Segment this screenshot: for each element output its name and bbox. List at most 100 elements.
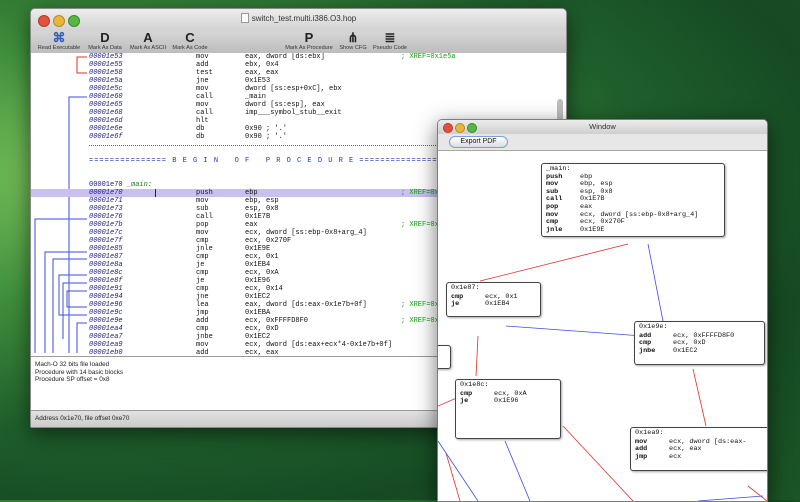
address: 00001e7c — [89, 229, 123, 237]
mnemonic: hlt — [196, 117, 209, 125]
operands: eax, eax — [245, 69, 279, 77]
pseudo-code-button[interactable]: ≣ Pseudo Code — [369, 31, 411, 52]
mark-as-code-button[interactable]: C Mark As Code — [169, 31, 211, 52]
node-operands: ecx — [669, 452, 682, 461]
operands: ecx, 0x270F — [245, 237, 292, 245]
mnemonic: mov — [196, 53, 209, 61]
address: 00001e65 — [89, 101, 123, 109]
read-executable-button[interactable]: ⌘ Read Executable — [34, 31, 84, 52]
mnemonic: call — [196, 213, 213, 221]
show-cfg-button[interactable]: ⋔ Show CFG — [337, 31, 369, 52]
main-titlebar[interactable]: switch_test.multi.i386.O3.hop — [31, 9, 566, 31]
cfg-node-1e9e[interactable]: 0x1e9e: add ecx, 0xFFFFD8F0 cmp ecx, 0xD jnbe… — [634, 321, 765, 365]
false-edge — [479, 243, 629, 282]
true-edge — [504, 440, 531, 501]
mark-as-data-button[interactable]: D Mark As Data — [85, 31, 125, 52]
listing-row[interactable]: 00001e58 test eax, eax — [31, 69, 566, 77]
listing-row[interactable]: 00001e65 mov dword [ss:esp], eax — [31, 101, 566, 109]
operands: 0x1EC2 — [245, 333, 271, 341]
node-label: 0x1e9e: — [639, 323, 668, 331]
listing-row[interactable]: 00001e68 call imp___symbol_stub__exit — [31, 109, 566, 117]
mark-as-ascii-button[interactable]: A Mark As ASCII — [127, 31, 169, 52]
address: 00001e8a — [89, 261, 123, 269]
false-edge — [445, 452, 461, 501]
operands: eax, dword [ds:ebx] — [245, 53, 325, 61]
operands: ecx, 0x14 — [245, 285, 283, 293]
document-icon — [240, 13, 249, 23]
false-edge — [475, 335, 479, 377]
read-executable-label: Read Executable — [37, 45, 81, 51]
listing-row[interactable]: 00001e5a jne 0x1E53 — [31, 77, 566, 85]
mnemonic: db — [196, 133, 205, 141]
false-edge — [692, 368, 707, 427]
operands: _main — [245, 93, 267, 101]
operands: esp, 0x8 — [245, 205, 279, 213]
address: 00001eb0 — [89, 349, 123, 356]
operands: 0x1E96 — [245, 277, 271, 285]
node-label: 0x1e8c: — [460, 381, 489, 389]
operands: ecx, eax — [245, 349, 279, 356]
mnemonic: jne — [196, 293, 209, 301]
operands: eax, dword [ds:eax-0x1e7b+0f] — [245, 301, 367, 309]
address: 00001e91 — [89, 285, 123, 293]
node-mnemonic: jnbe — [639, 346, 656, 355]
node-instruction: je 0x1E96 — [460, 397, 556, 406]
address: 00001e70 — [89, 189, 123, 197]
node-instruction: jmp ecx — [635, 452, 765, 462]
cfg-node-1ea9[interactable]: 0x1ea9: mov ecx, dword [ds:eax-add ecx, eax… — [630, 427, 767, 471]
listing-row[interactable]: 00001e5c mov dword [ss:esp+0xC], ebx — [31, 85, 566, 93]
cfg-node-1e87[interactable]: 0x1e87: cmp ecx, 0x1 je 0x1EB4 — [446, 282, 541, 317]
cfg-node-main[interactable]: _main: push ebp mov ebp, esp sub esp, 0x8 call 0… — [541, 163, 725, 237]
operands: ebp, esp — [245, 197, 279, 205]
address: 00001e7f — [89, 237, 123, 245]
operands: 0x1E9E — [245, 245, 271, 253]
listing-row[interactable]: 00001e60 call _main — [31, 93, 566, 101]
mnemonic: call — [196, 93, 213, 101]
node-instruction: cmp ecx, 0xD — [639, 339, 760, 348]
address: 00001e94 — [89, 293, 123, 301]
zoom-button[interactable] — [68, 15, 80, 27]
operands: 0x1E53 — [245, 77, 271, 85]
mnemonic: mov — [196, 101, 209, 109]
address: 00001e73 — [89, 205, 123, 213]
cfg-close-button[interactable] — [443, 123, 453, 133]
operands: ecx, dword [ss:ebp-0x8+arg_4] — [245, 229, 367, 237]
executable-icon: ⌘ — [52, 30, 66, 45]
operands: ecx, 0xFFFFD8F0 — [245, 317, 309, 325]
node-instruction: jnbe 0x1EC2 — [639, 346, 760, 356]
node-mnemonic: je — [460, 397, 469, 406]
xref-comment[interactable]: ; XREF=0x1e5a — [401, 53, 456, 61]
toolbar: ⌘ Read Executable D Mark As Data A Mark … — [31, 31, 566, 54]
export-pdf-button[interactable]: Export PDF — [449, 136, 508, 148]
mnemonic: cmp — [196, 253, 209, 261]
node-instruction: sub esp, 0x8 — [546, 188, 720, 197]
cfg-node-1e8c[interactable]: 0x1e8c: cmp ecx, 0xA je 0x1E96 — [455, 379, 561, 439]
cfg-titlebar[interactable]: Window — [438, 120, 767, 135]
cfg-zoom-button[interactable] — [467, 123, 477, 133]
cfg-node-offscreen[interactable] — [438, 345, 451, 369]
operands: imp___symbol_stub__exit — [245, 109, 342, 117]
node-mnemonic: jnle — [546, 225, 563, 234]
mnemonic: je — [196, 261, 205, 269]
mark-as-procedure-button[interactable]: P Mark As Procedure — [283, 31, 335, 52]
minimize-button[interactable] — [53, 15, 65, 27]
address: 00001e8c — [89, 269, 123, 277]
address: 00001e6e — [89, 125, 123, 133]
mnemonic: add — [196, 317, 209, 325]
operands: ecx, 0xA — [245, 269, 279, 277]
listing-row[interactable]: 00001e53 mov eax, dword [ds:ebx] ; XREF=0x1… — [31, 53, 566, 61]
address: 00001e5a — [89, 77, 123, 85]
listing-row[interactable]: 00001e55 add ebx, 0x4 — [31, 61, 566, 69]
mnemonic: mov — [196, 85, 209, 93]
cfg-graph[interactable]: _main: push ebp mov ebp, esp sub esp, 0x8 call 0… — [438, 151, 767, 501]
operands: 0x90 ; '.' — [245, 133, 288, 141]
node-instruction: mov ecx, dword [ss:ebp-0x8+arg_4] — [546, 211, 720, 220]
node-instruction: jnle 0x1E9E — [546, 225, 720, 235]
close-button[interactable] — [38, 15, 50, 27]
operands: 0x1EBA — [245, 309, 271, 317]
cfg-minimize-button[interactable] — [455, 123, 465, 133]
node-label: 0x1ea9: — [635, 429, 664, 437]
address: 00001e85 — [89, 245, 123, 253]
status-text: Address 0x1e70, file offset 0xe70 — [35, 415, 130, 422]
operands: ecx, 0x1 — [245, 253, 279, 261]
